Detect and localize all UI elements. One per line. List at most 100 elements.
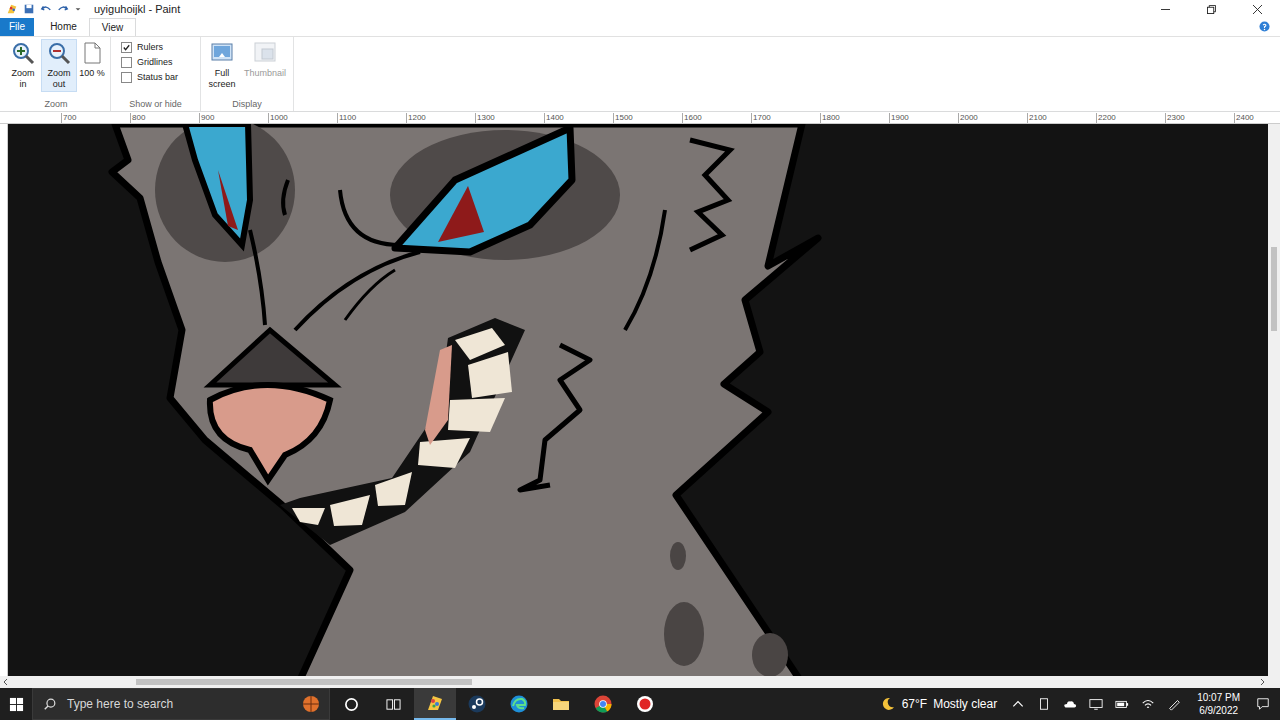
- vertical-scrollbar[interactable]: [1268, 124, 1280, 676]
- ribbon: Zoom in Zoom out 100 % Zoom Rulers Gridl…: [0, 37, 1280, 112]
- windows-icon: [9, 697, 24, 712]
- canvas[interactable]: [8, 124, 1268, 676]
- page-icon: [80, 41, 104, 65]
- taskbar-app[interactable]: [456, 688, 498, 720]
- basketball-icon: [301, 694, 321, 714]
- work-area: [0, 124, 1280, 676]
- zoom-out-button[interactable]: Zoom out: [42, 40, 76, 92]
- ruler-tick: 900: [199, 113, 268, 123]
- cortana-button[interactable]: [330, 688, 372, 720]
- vertical-scroll-thumb[interactable]: [1271, 247, 1277, 331]
- ribbon-tabs: FileHomeView: [0, 18, 1280, 37]
- task-view-button[interactable]: [372, 688, 414, 720]
- ruler-tick: 1300: [475, 113, 544, 123]
- pen-icon[interactable]: [1167, 697, 1181, 711]
- display-icon[interactable]: [1089, 697, 1103, 711]
- ruler-tick: 1500: [613, 113, 682, 123]
- checkbox[interactable]: [121, 72, 132, 83]
- chevron-up-icon[interactable]: [1011, 697, 1025, 711]
- minimize-button[interactable]: [1142, 0, 1188, 18]
- checkbox[interactable]: [121, 42, 132, 53]
- record-icon: [635, 694, 655, 714]
- undo-icon[interactable]: [40, 3, 52, 15]
- paint-window: uyiguhoijkl - Paint FileHomeView Zoom in…: [0, 0, 1280, 720]
- battery-icon[interactable]: [1115, 697, 1129, 711]
- steam-icon: [467, 694, 487, 714]
- taskbar: Type here to search 67°F Mostly clear 10…: [0, 688, 1280, 720]
- close-button[interactable]: [1234, 0, 1280, 18]
- thumbnail-icon: [253, 41, 277, 65]
- paint-app-icon: [6, 3, 18, 15]
- ribbon-tab[interactable]: File: [0, 18, 34, 36]
- taskbar-app[interactable]: [624, 688, 666, 720]
- horizontal-scrollbar[interactable]: [0, 676, 1280, 688]
- ruler-tick: 1600: [682, 113, 751, 123]
- ruler-tick: 1200: [406, 113, 475, 123]
- checkbox-option[interactable]: Gridlines: [121, 57, 173, 68]
- close-icon: [1253, 5, 1262, 14]
- scroll-left-icon[interactable]: [0, 676, 12, 688]
- horizontal-ruler: 7008009001000110012001300140015001600170…: [0, 112, 1280, 124]
- ruler-tick: 1900: [889, 113, 958, 123]
- onedrive-icon[interactable]: [1063, 697, 1077, 711]
- ruler-tick: 2300: [1165, 113, 1234, 123]
- device-icon[interactable]: [1037, 697, 1051, 711]
- weather-widget[interactable]: 67°F Mostly clear: [872, 696, 1006, 712]
- wifi-icon[interactable]: [1141, 697, 1155, 711]
- folder-icon: [551, 694, 571, 714]
- redo-icon[interactable]: [57, 3, 69, 15]
- ruler-tick: 2200: [1096, 113, 1165, 123]
- actual-size-button[interactable]: 100 %: [78, 40, 106, 81]
- zoom-in-icon: [11, 41, 35, 65]
- save-icon[interactable]: [23, 3, 35, 15]
- ruler-tick: 1800: [820, 113, 889, 123]
- taskbar-app[interactable]: [582, 688, 624, 720]
- check-icon: [122, 43, 131, 52]
- search-icon: [43, 697, 57, 711]
- chrome-icon: [593, 694, 613, 714]
- task-view-icon: [386, 697, 401, 712]
- minimize-icon: [1161, 5, 1170, 14]
- full-screen-icon: [210, 41, 234, 65]
- taskbar-app[interactable]: [540, 688, 582, 720]
- zoom-in-button[interactable]: Zoom in: [6, 40, 40, 92]
- ruler-tick: 2100: [1027, 113, 1096, 123]
- notification-icon[interactable]: [1256, 697, 1270, 711]
- paint-icon: [425, 693, 445, 713]
- help-icon[interactable]: [1259, 21, 1270, 32]
- ribbon-tab[interactable]: View: [89, 18, 137, 36]
- title-bar: uyiguhoijkl - Paint: [0, 0, 1280, 18]
- display-group: Full screen Thumbnail Display: [201, 37, 294, 111]
- restore-button[interactable]: [1188, 0, 1234, 18]
- window-title: uyiguhoijkl - Paint: [94, 3, 180, 15]
- horizontal-scroll-thumb[interactable]: [136, 679, 472, 685]
- show-or-hide-group: Rulers Gridlines Status bar Show or hide: [111, 37, 201, 111]
- ruler-tick: 700: [61, 113, 130, 123]
- zoom-out-icon: [47, 41, 71, 65]
- quick-access: [0, 3, 94, 15]
- clock[interactable]: 10:07 PM 6/9/2022: [1187, 691, 1250, 717]
- edge-icon: [509, 694, 529, 714]
- customize-icon[interactable]: [74, 5, 82, 13]
- moon-icon: [880, 696, 896, 712]
- ruler-tick: 2400: [1234, 113, 1280, 123]
- ruler-tick: 1700: [751, 113, 820, 123]
- ruler-tick: 2000: [958, 113, 1027, 123]
- scroll-right-icon[interactable]: [1256, 676, 1268, 688]
- ruler-tick: 1000: [268, 113, 337, 123]
- taskbar-app[interactable]: [498, 688, 540, 720]
- taskbar-app[interactable]: [414, 688, 456, 720]
- vertical-ruler: [0, 124, 8, 676]
- checkbox-option[interactable]: Rulers: [121, 42, 163, 53]
- checkbox[interactable]: [121, 57, 132, 68]
- full-screen-button[interactable]: Full screen: [205, 40, 239, 92]
- zoom-group: Zoom in Zoom out 100 % Zoom: [2, 37, 111, 111]
- wolf-drawing: [8, 124, 1268, 676]
- search-box[interactable]: Type here to search: [32, 688, 330, 720]
- ribbon-tab[interactable]: Home: [38, 18, 89, 36]
- ruler-tick: 1400: [544, 113, 613, 123]
- restore-icon: [1207, 5, 1216, 14]
- start-button[interactable]: [0, 688, 32, 720]
- thumbnail-button[interactable]: Thumbnail: [241, 40, 289, 80]
- checkbox-option[interactable]: Status bar: [121, 72, 178, 83]
